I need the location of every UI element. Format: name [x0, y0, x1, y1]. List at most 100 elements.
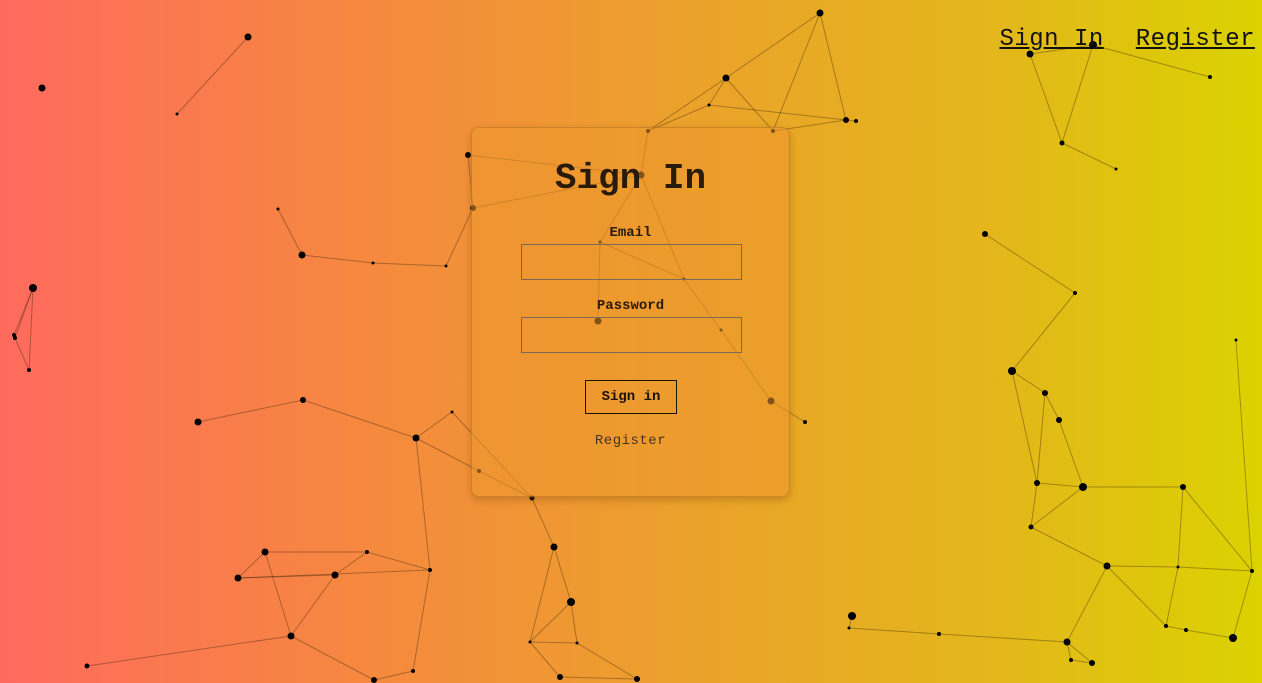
network-node [1208, 75, 1212, 79]
network-node [450, 410, 454, 414]
network-link [647, 77, 727, 132]
network-link [415, 411, 453, 439]
network-link [1036, 392, 1046, 484]
network-link [373, 670, 414, 681]
network-link [772, 12, 821, 132]
network-link [1011, 292, 1076, 372]
network-node [412, 434, 420, 442]
network-node [550, 543, 558, 551]
network-link [559, 676, 638, 680]
network-link [302, 399, 417, 439]
network-link [1182, 486, 1253, 572]
network-node [365, 550, 369, 554]
network-node [634, 676, 640, 682]
network-link [1232, 570, 1253, 639]
network-node [1250, 569, 1254, 573]
email-field[interactable] [521, 244, 742, 280]
network-node [175, 112, 179, 116]
page-title: Sign In [554, 158, 707, 199]
nav-signin-link[interactable]: Sign In [999, 26, 1103, 53]
nav-register-link[interactable]: Register [1136, 26, 1255, 53]
network-link [290, 574, 336, 637]
network-node [1042, 390, 1048, 396]
network-node [937, 632, 941, 636]
network-node [38, 84, 46, 92]
network-link [197, 399, 304, 423]
network-node [854, 119, 858, 123]
network-node [27, 368, 31, 372]
network-link [1177, 486, 1184, 568]
network-node [707, 103, 711, 107]
network-link [1030, 482, 1038, 528]
network-node [1056, 417, 1062, 423]
top-nav: Sign In Register [999, 26, 1255, 53]
signin-card: Sign In Email Password Sign in Register [471, 127, 790, 497]
network-node [1034, 480, 1040, 486]
email-label: Email [609, 225, 652, 241]
network-node [300, 397, 306, 403]
network-link [1185, 629, 1234, 639]
network-link [237, 574, 336, 579]
network-link [1061, 44, 1094, 144]
network-link [86, 635, 292, 667]
network-node [287, 632, 295, 640]
network-link [1011, 370, 1038, 484]
network-node [411, 669, 415, 673]
network-link [372, 262, 447, 267]
network-link [1106, 565, 1167, 627]
network-link [412, 569, 431, 672]
network-link [984, 233, 1076, 294]
network-link [819, 12, 847, 121]
network-node [29, 284, 37, 292]
network-link [848, 627, 940, 635]
network-link [1165, 566, 1179, 627]
network-link [1177, 566, 1253, 572]
network-link [1165, 625, 1187, 631]
network-node [13, 336, 17, 340]
network-link [576, 642, 638, 680]
network-node [1180, 484, 1186, 490]
network-node [444, 264, 448, 268]
network-link [334, 551, 368, 576]
network-node [1164, 624, 1168, 628]
network-node [528, 640, 532, 644]
network-node [722, 74, 730, 82]
network-node [1059, 140, 1065, 146]
network-node [428, 568, 432, 572]
network-link [529, 641, 561, 678]
network-node [843, 117, 849, 123]
network-link [1066, 565, 1108, 643]
network-link [1030, 486, 1084, 528]
network-link [14, 337, 30, 371]
network-node [1089, 660, 1095, 666]
password-field[interactable] [521, 317, 742, 353]
network-link [176, 36, 249, 115]
network-node [1008, 367, 1016, 375]
network-link [1058, 419, 1084, 488]
network-node [371, 261, 375, 265]
network-link [264, 551, 292, 637]
network-link [708, 77, 727, 106]
signin-button[interactable]: Sign in [585, 380, 677, 414]
network-link [237, 551, 266, 579]
network-link [553, 546, 572, 603]
network-node [1073, 291, 1077, 295]
network-link [1029, 53, 1063, 144]
network-node [331, 571, 339, 579]
network-node [1234, 338, 1238, 342]
network-link [938, 633, 1068, 643]
network-node [1184, 628, 1188, 632]
network-link [725, 77, 774, 132]
network-node [371, 677, 377, 683]
network-link [1106, 565, 1179, 568]
register-link[interactable]: Register [472, 433, 789, 449]
network-node [276, 207, 280, 211]
network-node [261, 548, 269, 556]
network-node [1069, 658, 1073, 662]
network-link [529, 641, 578, 644]
network-node [1229, 634, 1237, 642]
network-node [1103, 562, 1111, 570]
network-node [1028, 524, 1034, 530]
network-link [290, 635, 375, 681]
network-link [570, 601, 578, 644]
